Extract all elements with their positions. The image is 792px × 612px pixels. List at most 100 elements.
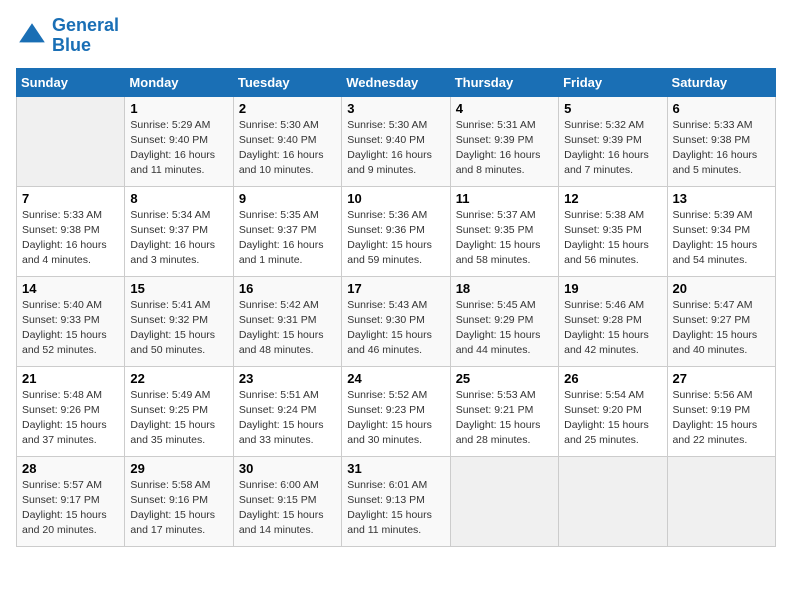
calendar-cell: 1 Sunrise: 5:29 AMSunset: 9:40 PMDaylight… [125, 96, 233, 186]
calendar-week-row: 21 Sunrise: 5:48 AMSunset: 9:26 PMDayligh… [17, 366, 776, 456]
cell-info: Sunrise: 5:53 AMSunset: 9:21 PMDaylight:… [456, 388, 553, 449]
day-number: 22 [130, 371, 227, 386]
cell-info: Sunrise: 5:30 AMSunset: 9:40 PMDaylight:… [347, 118, 444, 179]
cell-info: Sunrise: 5:51 AMSunset: 9:24 PMDaylight:… [239, 388, 336, 449]
day-number: 2 [239, 101, 336, 116]
calendar-cell: 22 Sunrise: 5:49 AMSunset: 9:25 PMDayligh… [125, 366, 233, 456]
calendar-cell: 15Sunrise: 5:41 AMSunset: 9:32 PMDayligh… [125, 276, 233, 366]
day-number: 14 [22, 281, 119, 296]
cell-info: Sunrise: 5:54 AMSunset: 9:20 PMDaylight:… [564, 388, 661, 449]
cell-info: Sunrise: 5:33 AMSunset: 9:38 PMDaylight:… [22, 208, 119, 269]
cell-info: Sunrise: 5:57 AMSunset: 9:17 PMDaylight:… [22, 478, 119, 539]
calendar-cell: 10 Sunrise: 5:36 AMSunset: 9:36 PMDayligh… [342, 186, 450, 276]
cell-info: Sunrise: 5:47 AMSunset: 9:27 PMDaylight:… [673, 298, 770, 359]
logo: General Blue [16, 16, 119, 56]
day-number: 1 [130, 101, 227, 116]
day-number: 17 [347, 281, 444, 296]
day-number: 26 [564, 371, 661, 386]
weekday-header: Tuesday [233, 68, 341, 96]
weekday-header: Wednesday [342, 68, 450, 96]
day-number: 15 [130, 281, 227, 296]
calendar-cell: 26 Sunrise: 5:54 AMSunset: 9:20 PMDayligh… [559, 366, 667, 456]
cell-info: Sunrise: 5:32 AMSunset: 9:39 PMDaylight:… [564, 118, 661, 179]
calendar-cell: 6 Sunrise: 5:33 AMSunset: 9:38 PMDaylight… [667, 96, 775, 186]
day-number: 18 [456, 281, 553, 296]
calendar-cell: 27Sunrise: 5:56 AMSunset: 9:19 PMDayligh… [667, 366, 775, 456]
cell-info: Sunrise: 5:38 AMSunset: 9:35 PMDaylight:… [564, 208, 661, 269]
logo-text: General Blue [52, 16, 119, 56]
cell-info: Sunrise: 5:49 AMSunset: 9:25 PMDaylight:… [130, 388, 227, 449]
day-number: 4 [456, 101, 553, 116]
cell-info: Sunrise: 5:48 AMSunset: 9:26 PMDaylight:… [22, 388, 119, 449]
cell-info: Sunrise: 5:45 AMSunset: 9:29 PMDaylight:… [456, 298, 553, 359]
cell-info: Sunrise: 6:00 AMSunset: 9:15 PMDaylight:… [239, 478, 336, 539]
calendar-week-row: 28 Sunrise: 5:57 AMSunset: 9:17 PMDayligh… [17, 456, 776, 546]
cell-info: Sunrise: 5:34 AMSunset: 9:37 PMDaylight:… [130, 208, 227, 269]
day-number: 20 [673, 281, 770, 296]
day-number: 13 [673, 191, 770, 206]
calendar-cell: 30 Sunrise: 6:00 AMSunset: 9:15 PMDayligh… [233, 456, 341, 546]
calendar-cell: 31 Sunrise: 6:01 AMSunset: 9:13 PMDayligh… [342, 456, 450, 546]
weekday-header: Monday [125, 68, 233, 96]
calendar-week-row: 14 Sunrise: 5:40 AMSunset: 9:33 PMDayligh… [17, 276, 776, 366]
day-number: 8 [130, 191, 227, 206]
calendar-cell [450, 456, 558, 546]
day-number: 29 [130, 461, 227, 476]
weekday-header: Sunday [17, 68, 125, 96]
calendar-body: 1 Sunrise: 5:29 AMSunset: 9:40 PMDaylight… [17, 96, 776, 546]
cell-info: Sunrise: 5:39 AMSunset: 9:34 PMDaylight:… [673, 208, 770, 269]
cell-info: Sunrise: 5:31 AMSunset: 9:39 PMDaylight:… [456, 118, 553, 179]
calendar-cell: 16 Sunrise: 5:42 AMSunset: 9:31 PMDayligh… [233, 276, 341, 366]
cell-info: Sunrise: 5:33 AMSunset: 9:38 PMDaylight:… [673, 118, 770, 179]
calendar-cell: 9 Sunrise: 5:35 AMSunset: 9:37 PMDaylight… [233, 186, 341, 276]
day-number: 6 [673, 101, 770, 116]
cell-info: Sunrise: 5:37 AMSunset: 9:35 PMDaylight:… [456, 208, 553, 269]
cell-info: Sunrise: 5:58 AMSunset: 9:16 PMDaylight:… [130, 478, 227, 539]
weekday-header: Thursday [450, 68, 558, 96]
calendar-cell: 20 Sunrise: 5:47 AMSunset: 9:27 PMDayligh… [667, 276, 775, 366]
calendar-cell: 17 Sunrise: 5:43 AMSunset: 9:30 PMDayligh… [342, 276, 450, 366]
cell-info: Sunrise: 5:29 AMSunset: 9:40 PMDaylight:… [130, 118, 227, 179]
cell-info: Sunrise: 6:01 AMSunset: 9:13 PMDaylight:… [347, 478, 444, 539]
day-number: 9 [239, 191, 336, 206]
cell-info: Sunrise: 5:36 AMSunset: 9:36 PMDaylight:… [347, 208, 444, 269]
cell-info: Sunrise: 5:30 AMSunset: 9:40 PMDaylight:… [239, 118, 336, 179]
calendar-cell: 29 Sunrise: 5:58 AMSunset: 9:16 PMDayligh… [125, 456, 233, 546]
calendar-cell: 19Sunrise: 5:46 AMSunset: 9:28 PMDayligh… [559, 276, 667, 366]
day-number: 30 [239, 461, 336, 476]
calendar-cell: 23 Sunrise: 5:51 AMSunset: 9:24 PMDayligh… [233, 366, 341, 456]
calendar-header-row: SundayMondayTuesdayWednesdayThursdayFrid… [17, 68, 776, 96]
calendar-cell [17, 96, 125, 186]
day-number: 31 [347, 461, 444, 476]
calendar-cell: 18 Sunrise: 5:45 AMSunset: 9:29 PMDayligh… [450, 276, 558, 366]
cell-info: Sunrise: 5:40 AMSunset: 9:33 PMDaylight:… [22, 298, 119, 359]
calendar-cell: 11 Sunrise: 5:37 AMSunset: 9:35 PMDayligh… [450, 186, 558, 276]
day-number: 11 [456, 191, 553, 206]
calendar-cell: 7Sunrise: 5:33 AMSunset: 9:38 PMDaylight… [17, 186, 125, 276]
day-number: 23 [239, 371, 336, 386]
cell-info: Sunrise: 5:42 AMSunset: 9:31 PMDaylight:… [239, 298, 336, 359]
logo-icon [16, 20, 48, 52]
page-header: General Blue [16, 16, 776, 56]
calendar-cell: 3 Sunrise: 5:30 AMSunset: 9:40 PMDaylight… [342, 96, 450, 186]
weekday-header: Saturday [667, 68, 775, 96]
calendar-cell: 12Sunrise: 5:38 AMSunset: 9:35 PMDayligh… [559, 186, 667, 276]
day-number: 10 [347, 191, 444, 206]
day-number: 25 [456, 371, 553, 386]
day-number: 28 [22, 461, 119, 476]
calendar-cell: 21 Sunrise: 5:48 AMSunset: 9:26 PMDayligh… [17, 366, 125, 456]
cell-info: Sunrise: 5:43 AMSunset: 9:30 PMDaylight:… [347, 298, 444, 359]
calendar-cell: 13 Sunrise: 5:39 AMSunset: 9:34 PMDayligh… [667, 186, 775, 276]
calendar-cell: 14 Sunrise: 5:40 AMSunset: 9:33 PMDayligh… [17, 276, 125, 366]
day-number: 3 [347, 101, 444, 116]
cell-info: Sunrise: 5:56 AMSunset: 9:19 PMDaylight:… [673, 388, 770, 449]
calendar-week-row: 7Sunrise: 5:33 AMSunset: 9:38 PMDaylight… [17, 186, 776, 276]
calendar-cell [559, 456, 667, 546]
day-number: 16 [239, 281, 336, 296]
cell-info: Sunrise: 5:46 AMSunset: 9:28 PMDaylight:… [564, 298, 661, 359]
day-number: 21 [22, 371, 119, 386]
calendar-cell [667, 456, 775, 546]
calendar-cell: 5 Sunrise: 5:32 AMSunset: 9:39 PMDaylight… [559, 96, 667, 186]
cell-info: Sunrise: 5:35 AMSunset: 9:37 PMDaylight:… [239, 208, 336, 269]
day-number: 5 [564, 101, 661, 116]
